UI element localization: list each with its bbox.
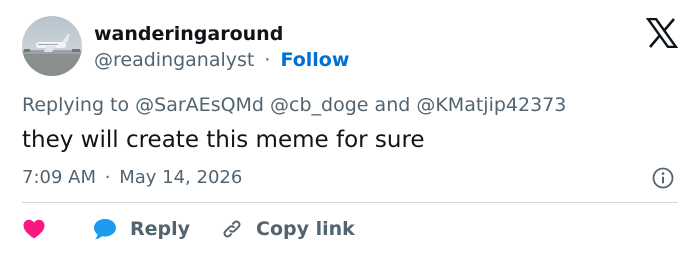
reply-context-conjunction: and xyxy=(374,94,411,116)
author-handle-row: @readinganalyst · Follow xyxy=(94,48,349,72)
x-logo-icon[interactable] xyxy=(646,18,678,48)
copy-link-button[interactable]: Copy link xyxy=(220,214,355,244)
mention-link[interactable]: @cb_doge xyxy=(270,94,368,116)
like-button[interactable] xyxy=(22,218,92,240)
reply-button[interactable]: Reply xyxy=(92,214,190,244)
copy-link-label: Copy link xyxy=(256,218,355,240)
author-handle[interactable]: @readinganalyst xyxy=(94,49,254,71)
action-bar: Reply Copy link xyxy=(22,214,682,244)
follow-button[interactable]: Follow xyxy=(281,49,350,71)
display-name[interactable]: wanderingaround xyxy=(94,22,283,46)
link-icon xyxy=(220,217,244,241)
timestamp-separator: · xyxy=(104,167,111,188)
tweet-date: May 14, 2026 xyxy=(119,167,243,188)
tweet-timestamp[interactable]: 7:09 AM · May 14, 2026 xyxy=(22,166,242,190)
divider xyxy=(22,202,678,203)
reply-context: Replying to @SarAEsQMd @cb_doge and @KMa… xyxy=(22,93,566,117)
info-icon[interactable] xyxy=(651,166,675,190)
tweet-text: they will create this meme for sure xyxy=(22,127,425,153)
handle-separator: · xyxy=(264,49,271,71)
tweet-time: 7:09 AM xyxy=(22,167,96,188)
reply-label: Reply xyxy=(130,218,191,240)
mention-link[interactable]: @KMatjip42373 xyxy=(416,94,566,116)
avatar-image xyxy=(22,16,82,76)
avatar[interactable] xyxy=(22,16,82,76)
heart-icon xyxy=(22,218,46,240)
speech-bubble-icon xyxy=(92,217,118,241)
mention-link[interactable]: @SarAEsQMd xyxy=(135,94,264,116)
reply-context-prefix: Replying to xyxy=(22,94,130,116)
